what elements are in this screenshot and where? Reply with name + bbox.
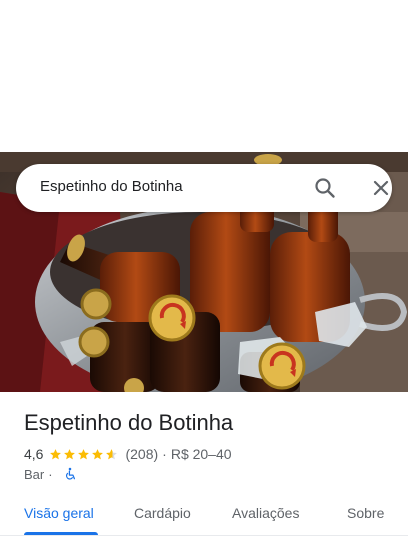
- tab-avaliacoes[interactable]: Avaliações: [232, 505, 299, 521]
- rating-stars: [49, 448, 119, 461]
- top-blank-area: [0, 0, 408, 152]
- star-icon: [78, 448, 90, 459]
- close-icon[interactable]: [369, 176, 393, 200]
- active-tab-indicator: [24, 532, 98, 535]
- separator: ·: [162, 446, 167, 462]
- rating-row[interactable]: 4,6 (208) · R$ 20–40: [24, 445, 232, 463]
- search-input[interactable]: Espetinho do Botinha: [40, 178, 183, 195]
- star-icon: [64, 448, 76, 459]
- tab-visao-geral[interactable]: Visão geral: [24, 505, 94, 521]
- rating-value: 4,6: [24, 446, 44, 462]
- category-row: Bar ·: [24, 465, 77, 483]
- review-count: (208): [125, 446, 159, 462]
- price-range: R$ 20–40: [170, 446, 232, 462]
- star-icon: [92, 448, 104, 459]
- star-icon: [106, 448, 118, 459]
- star-icon: [50, 448, 62, 459]
- search-bar[interactable]: Espetinho do Botinha: [16, 164, 392, 212]
- place-category: Bar: [24, 466, 45, 482]
- tab-bar: Visão geral Cardápio Avaliações Sobre: [0, 496, 408, 536]
- wheelchair-icon: [65, 467, 75, 480]
- tab-sobre[interactable]: Sobre: [347, 505, 384, 521]
- category-separator: ·: [48, 466, 53, 482]
- search-icon[interactable]: [313, 176, 337, 200]
- tab-cardapio[interactable]: Cardápio: [134, 505, 191, 521]
- place-name: Espetinho do Botinha: [24, 410, 234, 435]
